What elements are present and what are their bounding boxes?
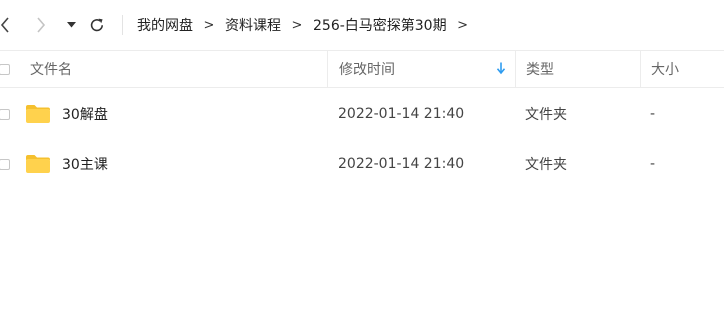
sort-down-arrow-icon: [496, 62, 506, 75]
chevron-left-icon: [0, 17, 9, 33]
forward-button[interactable]: [30, 12, 52, 38]
row-modified-time: 2022-01-14 21:40: [338, 156, 465, 172]
row-file-type: 文件夹: [525, 107, 567, 123]
folder-icon: [25, 139, 51, 189]
column-header-name[interactable]: 文件名: [30, 51, 326, 87]
row-checkbox-cell: [0, 139, 14, 189]
breadcrumb: 我的网盘 > 资料课程 > 256-白马密探第30期 >: [137, 0, 479, 50]
row-modified-time: 2022-01-14 21:40: [338, 106, 465, 122]
row-checkbox-cell: [0, 89, 14, 139]
column-header-name-label: 文件名: [30, 62, 72, 78]
breadcrumb-separator: >: [457, 17, 469, 33]
column-header-type[interactable]: 类型: [515, 51, 640, 87]
file-manager-window: 我的网盘 > 资料课程 > 256-白马密探第30期 > 文件名 修改时间 类型…: [0, 0, 724, 310]
refresh-button[interactable]: [86, 12, 108, 38]
breadcrumb-item-current[interactable]: 256-白马密探第30期: [313, 15, 447, 35]
select-all-checkbox[interactable]: [0, 63, 10, 75]
row-checkbox[interactable]: [0, 108, 10, 120]
refresh-icon: [90, 18, 103, 32]
row-file-size: -: [650, 106, 656, 122]
caret-down-icon: [66, 22, 76, 28]
row-file-name[interactable]: 30解盘: [62, 89, 108, 139]
toolbar: 我的网盘 > 资料课程 > 256-白马密探第30期 >: [0, 0, 724, 50]
column-header-size[interactable]: 大小: [640, 51, 724, 87]
table-row[interactable]: 30主课 2022-01-14 21:40 文件夹 -: [0, 139, 724, 189]
column-header-modified-time[interactable]: 修改时间: [327, 51, 515, 87]
row-checkbox[interactable]: [0, 158, 10, 170]
breadcrumb-item-courses[interactable]: 资料课程: [225, 15, 281, 35]
table-header: 文件名 修改时间 类型 大小: [0, 50, 724, 88]
breadcrumb-item-root[interactable]: 我的网盘: [137, 15, 193, 35]
row-file-size: -: [650, 156, 656, 172]
toolbar-divider: [122, 15, 123, 35]
history-dropdown-button[interactable]: [62, 12, 80, 38]
back-button[interactable]: [0, 12, 16, 38]
column-header-type-label: 类型: [526, 62, 554, 78]
folder-icon: [25, 89, 51, 139]
chevron-right-icon: [37, 17, 46, 33]
row-file-name[interactable]: 30主课: [62, 139, 108, 189]
breadcrumb-separator: >: [291, 17, 303, 33]
column-header-size-label: 大小: [651, 62, 679, 78]
table-row[interactable]: 30解盘 2022-01-14 21:40 文件夹 -: [0, 89, 724, 139]
select-all-cell: [0, 51, 14, 87]
row-file-type: 文件夹: [525, 157, 567, 173]
column-header-modified-time-label: 修改时间: [339, 62, 395, 78]
breadcrumb-separator: >: [203, 17, 215, 33]
